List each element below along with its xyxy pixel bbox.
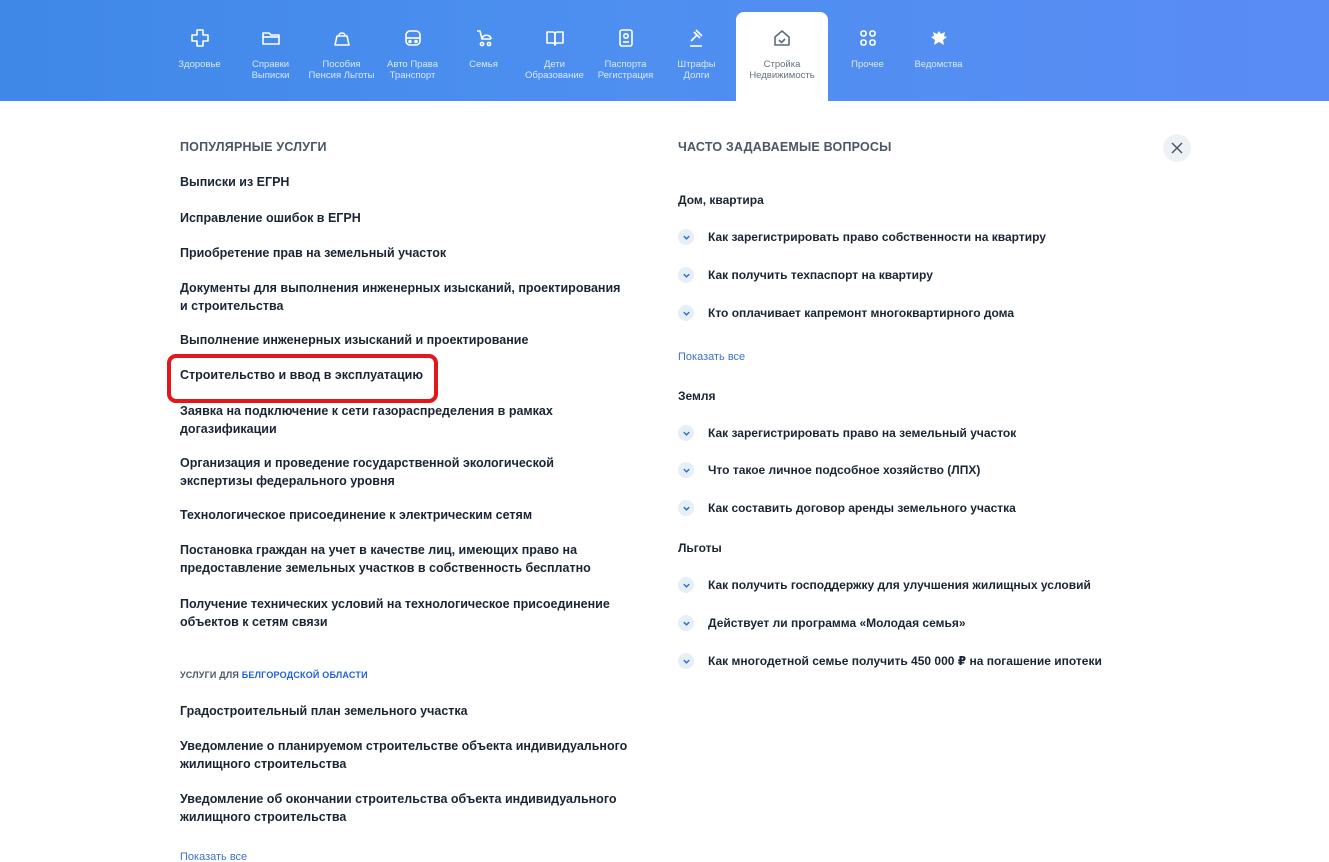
service-link[interactable]: Организация и проведение государственной… <box>180 454 630 490</box>
category-label: Дети Образование <box>525 59 584 81</box>
category-label: Пособия Пенсия Льготы <box>308 59 375 81</box>
service-link[interactable]: Заявка на подключение к сети газораспред… <box>180 402 630 438</box>
category-construction-active[interactable]: Стройка Недвижимость <box>736 12 828 101</box>
category-other[interactable]: Прочее <box>832 12 903 101</box>
gavel-icon <box>686 27 708 49</box>
regional-title-prefix: УСЛУГИ ДЛЯ <box>180 670 240 680</box>
house-icon <box>771 27 793 49</box>
faq-question[interactable]: Как зарегистрировать право на земельный … <box>678 425 1016 441</box>
faq-group-title: Дом, квартира <box>678 193 764 207</box>
service-link[interactable]: Исправление ошибок в ЕГРН <box>180 209 361 227</box>
category-children[interactable]: Дети Образование <box>519 12 590 101</box>
category-departments[interactable]: Ведомства <box>903 12 974 101</box>
category-label: Паспорта Регистрация <box>597 59 654 81</box>
category-label: Здоровье <box>178 59 221 70</box>
category-label: Семья <box>469 59 498 70</box>
faq-question[interactable]: Как многодетной семье получить 450 000 ₽… <box>678 653 1102 669</box>
category-label: Штрафы Долги <box>677 59 716 81</box>
category-certificates[interactable]: Справки Выписки <box>235 12 306 101</box>
chevron-down-icon <box>678 577 694 593</box>
category-auto[interactable]: Авто Права Транспорт <box>377 12 448 101</box>
service-link[interactable]: Постановка граждан на учет в качестве ли… <box>180 541 630 577</box>
chevron-down-icon <box>678 425 694 441</box>
service-link-highlighted[interactable]: Строительство и ввод в эксплуатацию <box>166 354 439 403</box>
chevron-down-icon <box>678 653 694 669</box>
faq-question[interactable]: Как составить договор аренды земельного … <box>678 500 1016 516</box>
show-all-faq-link[interactable]: Показать все <box>678 351 745 363</box>
service-link[interactable]: Выполнение инженерных изысканий и проект… <box>180 331 528 349</box>
faq-question-text: Как составить договор аренды земельного … <box>708 501 1016 515</box>
wallet-icon <box>331 27 353 49</box>
regional-service-link[interactable]: Уведомление об окончании строительства о… <box>180 790 630 826</box>
service-link[interactable]: Выписки из ЕГРН <box>180 173 289 191</box>
category-label: Авто Права Транспорт <box>387 59 438 81</box>
faq-column: ЧАСТО ЗАДАВАЕМЫЕ ВОПРОСЫ Дом, квартира К… <box>678 140 1148 669</box>
faq-question-text: Кто оплачивает капремонт многоквартирног… <box>708 306 1015 320</box>
category-family[interactable]: Семья <box>448 12 519 101</box>
category-label: Стройка Недвижимость <box>749 59 815 81</box>
car-icon <box>402 27 424 49</box>
category-label: Прочее <box>851 59 884 70</box>
category-list: Здоровье Справки Выписки Пособия Пенсия Ль… <box>164 12 974 101</box>
stroller-icon <box>473 27 495 49</box>
region-link[interactable]: БЕЛГОРОДСКОЙ ОБЛАСТИ <box>242 670 368 680</box>
folder-icon <box>260 27 282 49</box>
faq-question[interactable]: Как получить господдержку для улучшения … <box>678 577 1091 593</box>
service-link[interactable]: Приобретение прав на земельный участок <box>180 244 446 262</box>
chevron-down-icon <box>678 229 694 245</box>
regional-service-link[interactable]: Градостроительный план земельного участк… <box>180 702 468 720</box>
category-benefits[interactable]: Пособия Пенсия Льготы <box>306 12 377 101</box>
chevron-down-icon <box>678 500 694 516</box>
faq-question-text: Как зарегистрировать право на земельный … <box>708 426 1017 440</box>
chevron-down-icon <box>678 305 694 321</box>
faq-question-text: Что такое личное подсобное хозяйство (ЛП… <box>708 463 981 477</box>
close-icon <box>1171 142 1183 154</box>
popular-services-column: ПОПУЛЯРНЫЕ УСЛУГИ Выписки из ЕГРН Исправ… <box>166 140 630 862</box>
grid-icon <box>857 27 879 49</box>
chevron-down-icon <box>678 462 694 478</box>
faq-question[interactable]: Как получить техпаспорт на квартиру <box>678 267 933 283</box>
category-label: Ведомства <box>914 59 963 70</box>
regional-services-title: УСЛУГИ ДЛЯ БЕЛГОРОДСКОЙ ОБЛАСТИ <box>180 670 368 680</box>
close-button[interactable] <box>1163 134 1191 162</box>
faq-question-text: Как получить техпаспорт на квартиру <box>708 268 933 282</box>
faq-question-text: Как получить господдержку для улучшения … <box>708 578 1091 592</box>
plus-cross-icon <box>189 27 211 49</box>
service-link[interactable]: Получение технических условий на техноло… <box>180 595 630 631</box>
category-navbar: Здоровье Справки Выписки Пособия Пенсия Ль… <box>0 0 1329 101</box>
eagle-emblem-icon <box>928 27 950 49</box>
chevron-down-icon <box>678 615 694 631</box>
category-label: Справки Выписки <box>251 59 290 81</box>
faq-question-text: Как многодетной семье получить 450 000 ₽… <box>708 654 1102 668</box>
faq-question[interactable]: Действует ли программа «Молодая семья» <box>678 615 966 631</box>
popular-services-title: ПОПУЛЯРНЫЕ УСЛУГИ <box>180 140 327 154</box>
category-fines[interactable]: Штрафы Долги <box>661 12 732 101</box>
faq-question[interactable]: Что такое личное подсобное хозяйство (ЛП… <box>678 462 980 478</box>
faq-question-text: Как зарегистрировать право собственности… <box>708 230 1046 244</box>
faq-group-title: Льготы <box>678 541 722 555</box>
passport-icon <box>615 27 637 49</box>
service-link[interactable]: Документы для выполнения инженерных изыс… <box>180 279 630 315</box>
faq-question[interactable]: Как зарегистрировать право собственности… <box>678 229 1046 245</box>
service-link[interactable]: Технологическое присоединение к электрич… <box>180 506 532 524</box>
category-health[interactable]: Здоровье <box>164 12 235 101</box>
category-passports[interactable]: Паспорта Регистрация <box>590 12 661 101</box>
faq-title: ЧАСТО ЗАДАВАЕМЫЕ ВОПРОСЫ <box>678 140 892 154</box>
faq-group-title: Земля <box>678 389 716 403</box>
faq-question-text: Действует ли программа «Молодая семья» <box>708 616 966 630</box>
book-icon <box>544 27 566 49</box>
chevron-down-icon <box>678 267 694 283</box>
regional-service-link[interactable]: Уведомление о планируемом строительстве … <box>180 737 630 773</box>
show-all-regional-link[interactable]: Показать все <box>180 851 247 862</box>
faq-question[interactable]: Кто оплачивает капремонт многоквартирног… <box>678 305 1014 321</box>
